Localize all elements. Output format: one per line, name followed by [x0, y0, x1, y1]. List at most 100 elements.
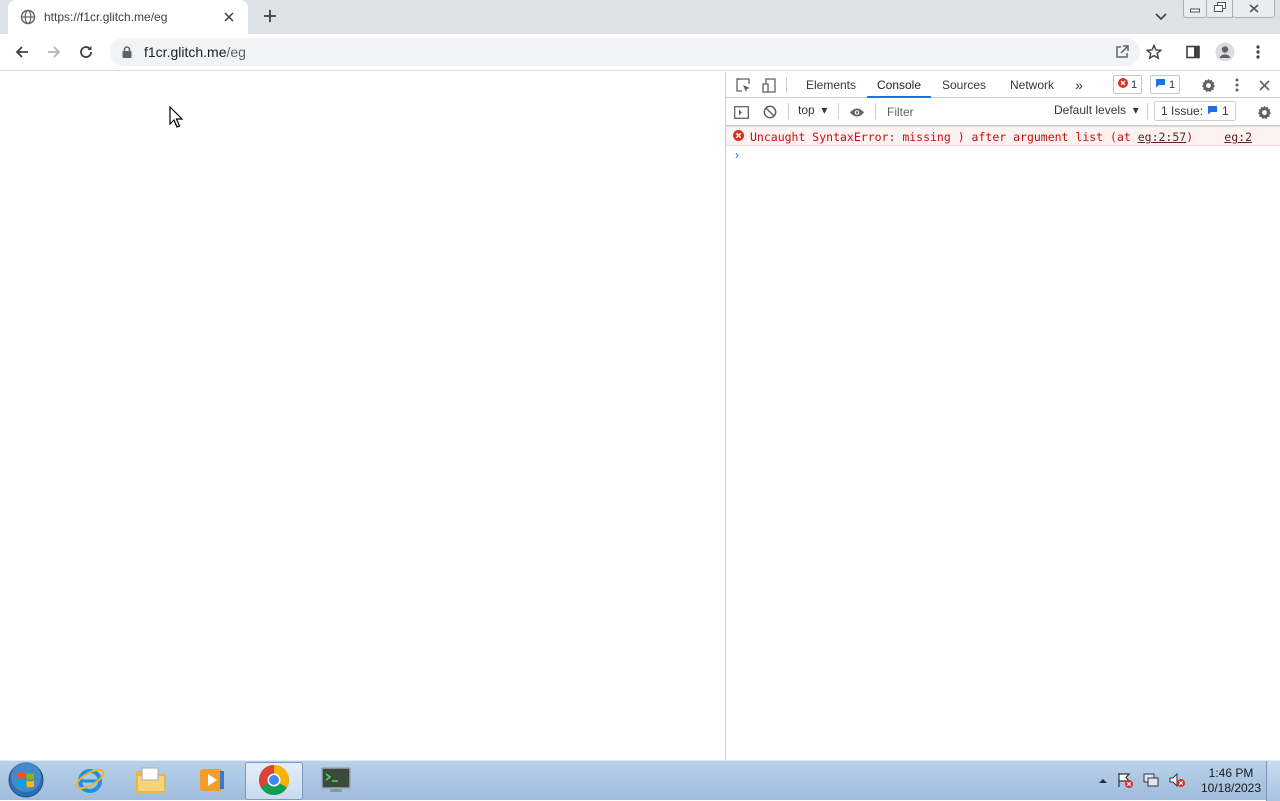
bookmark-button[interactable] [1140, 39, 1168, 67]
issues-button[interactable]: 1 Issue: 1 [1154, 101, 1236, 121]
eye-icon[interactable] [848, 103, 866, 121]
log-levels-dropdown[interactable]: Default levels ▾ [1054, 103, 1139, 117]
error-location-link[interactable]: eg:2:57 [1138, 130, 1186, 144]
separator [788, 103, 789, 119]
message-icon [1207, 104, 1218, 118]
url-host: f1cr.glitch.me [144, 44, 227, 60]
filter-input[interactable] [883, 102, 1045, 122]
message-count: 1 [1169, 78, 1176, 91]
start-button[interactable] [6, 761, 46, 801]
separator [838, 103, 839, 119]
tab-network[interactable]: Network [1001, 72, 1063, 98]
tab-search-button[interactable] [1150, 8, 1172, 26]
address-bar[interactable]: f1cr.glitch.me/eg [110, 38, 1140, 66]
share-button[interactable] [1108, 39, 1136, 67]
terminal-icon [320, 766, 352, 797]
restore-button[interactable] [1207, 0, 1233, 18]
levels-label: Default levels [1054, 103, 1127, 117]
tab-title: https://f1cr.glitch.me/eg [44, 10, 168, 24]
tab-console[interactable]: Console [867, 72, 931, 98]
show-hidden-icons-icon[interactable] [1098, 774, 1108, 788]
kebab-menu-icon [1256, 44, 1260, 63]
devtools-tab-bar: Elements Console Sources Network » 1 1 [726, 72, 1280, 98]
internet-explorer-icon [74, 764, 106, 799]
console-prompt[interactable]: › [735, 148, 739, 162]
forward-icon [46, 44, 62, 63]
close-icon [1249, 2, 1259, 16]
browser-tab[interactable]: https://f1cr.glitch.me/eg [8, 0, 248, 34]
taskbar-chrome[interactable] [245, 762, 303, 800]
url-path: /eg [226, 44, 246, 60]
chevron-down-icon [1155, 10, 1167, 24]
reload-button[interactable] [72, 39, 100, 67]
share-icon [1114, 44, 1130, 63]
taskbar-file-explorer[interactable] [122, 762, 180, 800]
taskbar-media-player[interactable] [183, 762, 241, 800]
minimize-button[interactable] [1183, 0, 1207, 18]
dropdown-arrow-icon: ▾ [1129, 103, 1139, 117]
globe-icon [20, 9, 36, 25]
bookmark-star-icon [1145, 43, 1163, 63]
console-settings-gear-icon[interactable] [1255, 103, 1273, 121]
separator [875, 103, 876, 119]
back-button[interactable] [8, 39, 36, 67]
profile-button[interactable] [1211, 39, 1239, 67]
mouse-cursor-icon [169, 105, 184, 131]
error-message-suffix: ) [1186, 130, 1194, 144]
lock-icon[interactable] [120, 45, 134, 59]
new-tab-button[interactable] [258, 6, 282, 28]
tab-strip: https://f1cr.glitch.me/eg [0, 0, 1280, 34]
error-source-link[interactable]: eg:2 [1224, 130, 1252, 144]
taskbar-internet-explorer[interactable] [61, 762, 119, 800]
devtools-panel: Elements Console Sources Network » 1 1 t… [725, 72, 1280, 760]
sidebar-toggle-icon[interactable] [732, 103, 750, 121]
taskbar-terminal[interactable] [307, 762, 365, 800]
side-panel-button[interactable] [1179, 39, 1207, 67]
profile-icon [1215, 42, 1235, 65]
message-counter[interactable]: 1 [1150, 75, 1181, 94]
context-selector[interactable]: top ▾ [798, 103, 827, 117]
network-icon[interactable] [1142, 771, 1160, 792]
issues-count: 1 [1222, 104, 1229, 118]
volume-muted-icon[interactable] [1168, 771, 1186, 792]
tab-sources[interactable]: Sources [934, 72, 994, 98]
kebab-menu-icon[interactable] [1228, 76, 1246, 94]
more-tabs-button[interactable]: » [1069, 72, 1089, 98]
side-panel-icon [1185, 44, 1201, 63]
system-tray [1098, 761, 1186, 801]
dropdown-arrow-icon: ▾ [818, 103, 828, 117]
close-devtools-icon[interactable] [1255, 76, 1273, 94]
console-error-message: Uncaught SyntaxError: missing ) after ar… [726, 126, 1280, 146]
chrome-icon [258, 764, 290, 799]
error-text: Uncaught SyntaxError: missing ) after ar… [750, 130, 1193, 144]
clear-console-icon[interactable] [761, 103, 779, 121]
error-counter[interactable]: 1 [1113, 75, 1143, 94]
windows-taskbar: 1:46 PM 10/18/2023 [0, 760, 1280, 801]
error-count: 1 [1131, 78, 1138, 91]
taskbar-clock[interactable]: 1:46 PM 10/18/2023 [1196, 766, 1266, 796]
error-icon [1118, 78, 1128, 91]
separator [786, 77, 787, 93]
clock-time: 1:46 PM [1208, 766, 1254, 780]
browser-toolbar: f1cr.glitch.me/eg [0, 34, 1280, 71]
forward-button[interactable] [40, 39, 68, 67]
window-close-button[interactable] [1233, 0, 1275, 18]
inspect-element-icon[interactable] [734, 76, 752, 94]
page-viewport[interactable] [0, 72, 725, 760]
action-center-flag-icon[interactable] [1116, 771, 1134, 792]
issues-label: 1 Issue: [1161, 104, 1204, 118]
error-icon [733, 130, 744, 144]
reload-icon [78, 44, 94, 63]
device-toolbar-icon[interactable] [760, 76, 778, 94]
gear-icon[interactable] [1199, 76, 1217, 94]
separator [1147, 103, 1148, 119]
media-player-icon [197, 765, 227, 798]
clock-date: 10/18/2023 [1200, 781, 1262, 795]
restore-icon [1213, 1, 1226, 16]
close-icon[interactable] [220, 8, 238, 26]
show-desktop-button[interactable] [1266, 761, 1280, 801]
tab-elements[interactable]: Elements [798, 72, 864, 98]
windows-logo-icon [8, 761, 44, 801]
chrome-menu-button[interactable] [1244, 39, 1272, 67]
minimize-icon [1190, 2, 1200, 16]
